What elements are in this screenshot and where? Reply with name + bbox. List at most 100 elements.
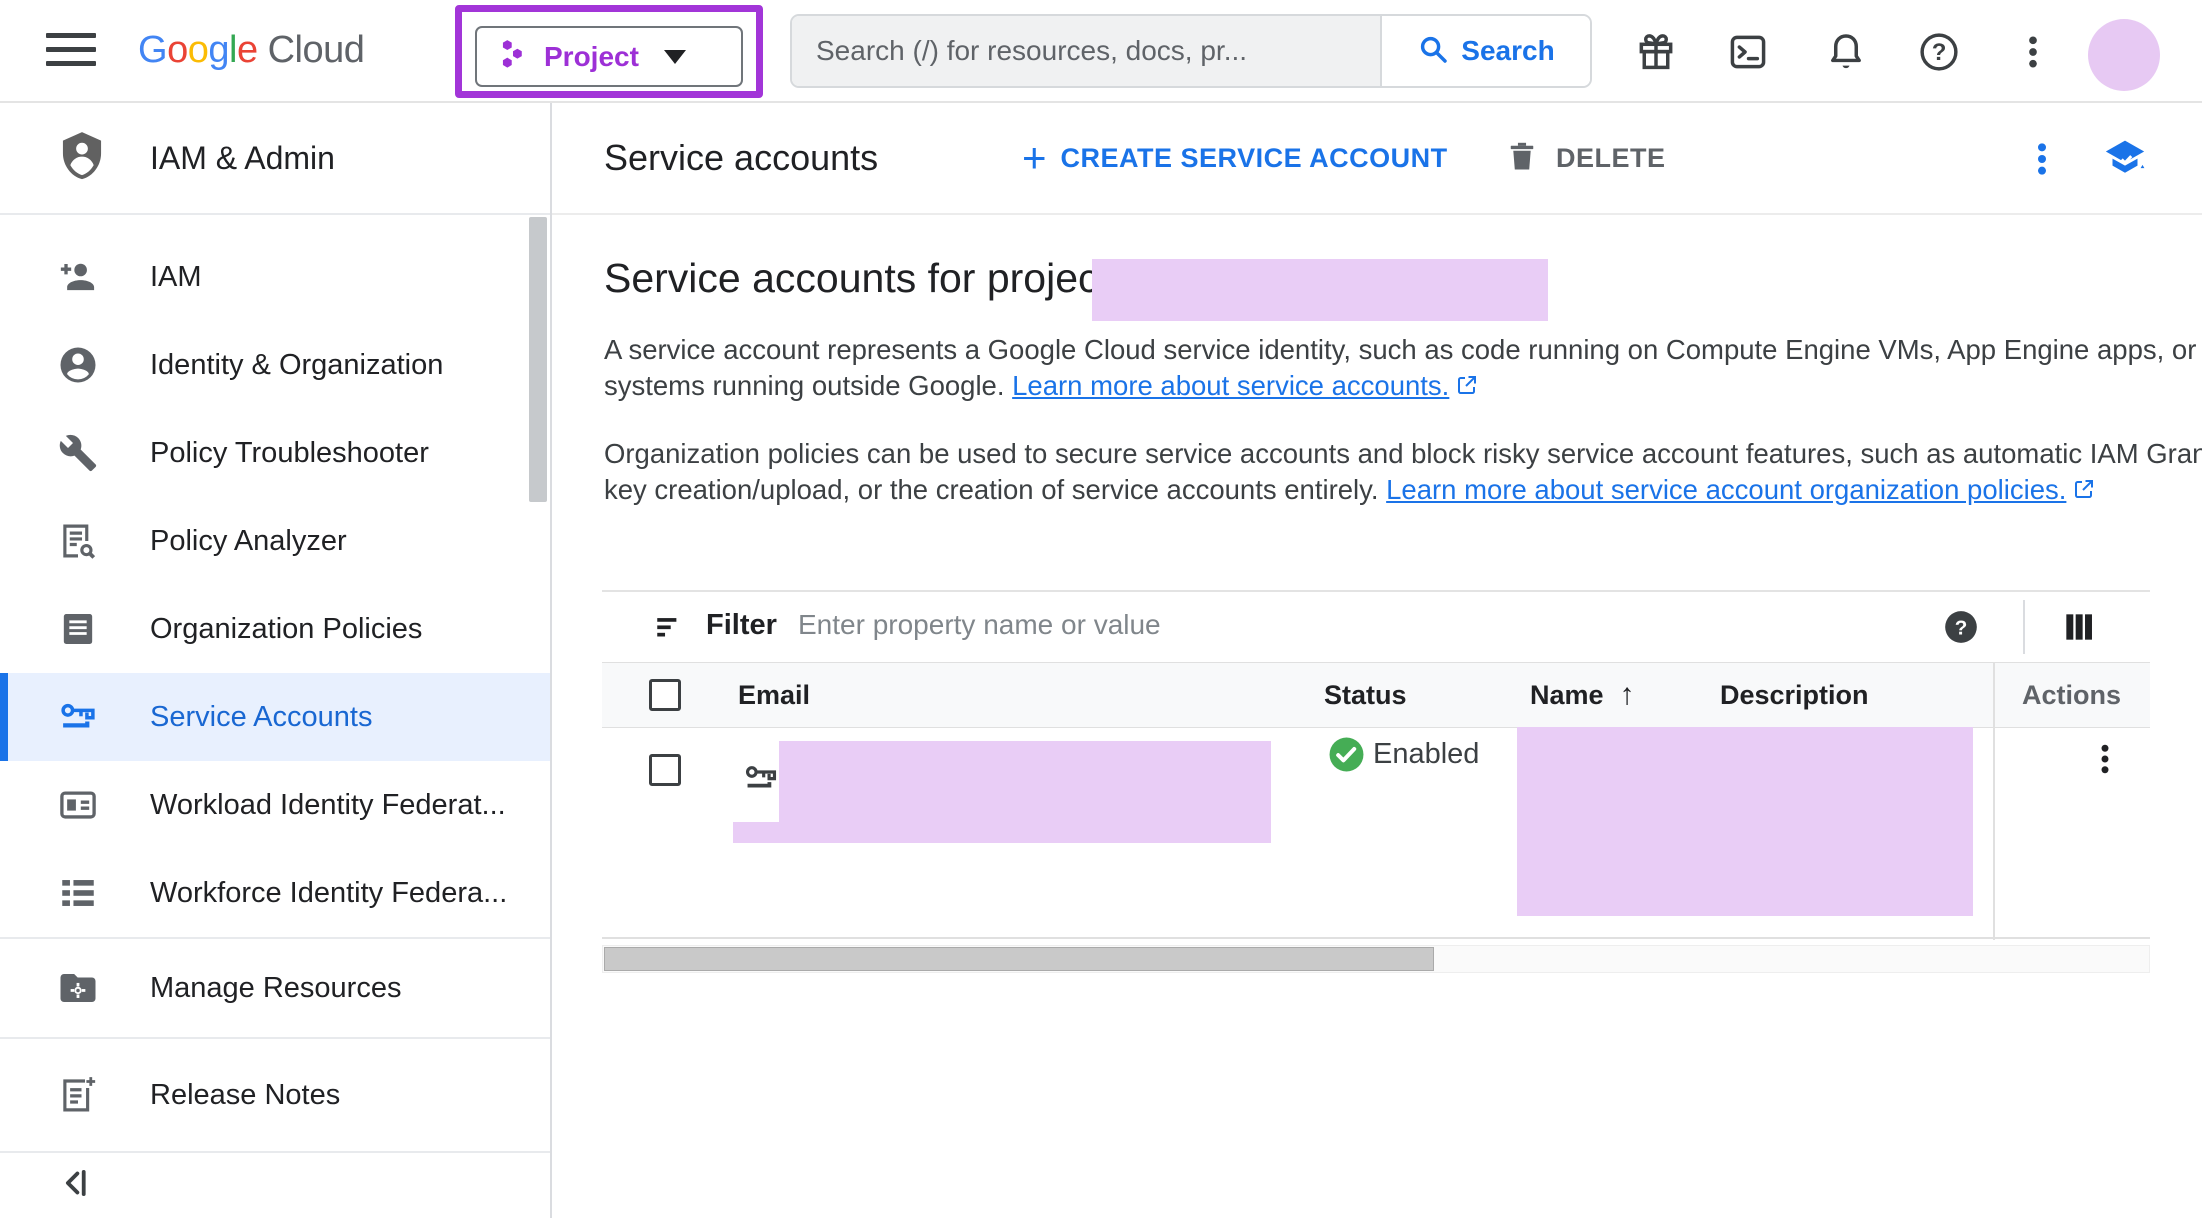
column-selector-icon[interactable] [2060,608,2098,646]
sidebar-item-label: Workforce Identity Federa... [150,877,507,910]
service-account-key-icon [56,695,100,739]
sidebar-items: IAM Identity & Organization Policy Troub… [0,215,550,1218]
policy-analyzer-icon [56,519,100,563]
name-description-redaction [1517,727,1973,916]
sidebar-item-label: Workload Identity Federat... [150,789,506,822]
hamburger-menu-icon[interactable] [46,33,96,71]
release-notes-icon [56,1073,100,1117]
organization-policies-description: Organization policies can be used to sec… [604,436,2174,508]
project-selector-highlight: Project [455,5,763,98]
search-input[interactable]: Search (/) for resources, docs, pr... [792,16,1382,86]
paragraph-line: Organization policies can be used to sec… [604,436,2174,472]
project-name-redaction [1092,259,1548,321]
folder-gear-icon [56,966,100,1010]
person-add-icon [56,255,100,299]
sidebar-item-label: IAM [150,261,202,294]
content-heading: Service accounts for project [604,255,1110,302]
chevron-down-icon [664,50,686,64]
help-filled-icon[interactable]: ? [1942,608,1980,646]
email-redaction [779,741,1271,822]
learn-more-org-policies-link[interactable]: Learn more about service account organiz… [1386,474,2066,505]
shield-person-icon [56,128,108,189]
horizontal-scrollbar-track[interactable] [602,945,2150,973]
sidebar-item-manage-resources[interactable]: Manage Resources [0,937,550,1037]
column-header-status[interactable]: Status [1324,663,1407,727]
horizontal-scrollbar-thumb[interactable] [604,947,1434,971]
sidebar-item-policy-troubleshooter[interactable]: Policy Troubleshooter [0,409,550,497]
column-header-name[interactable]: Name ↑ [1530,663,1635,727]
row-actions-more-vert-icon[interactable] [2084,736,2126,782]
sidebar-item-iam[interactable]: IAM [0,233,550,321]
cloud-logo-word: Cloud [268,29,365,72]
toolbar-divider [2023,600,2025,654]
sidebar-item-label: Identity & Organization [150,349,443,382]
sidebar-item-organization-policies[interactable]: Organization Policies [0,585,550,673]
learn-more-service-accounts-link[interactable]: Learn more about service accounts. [1012,370,1449,401]
sidebar-item-label: Policy Troubleshooter [150,437,429,470]
help-icon[interactable]: ? [1916,29,1962,75]
sidebar-item-release-notes[interactable]: Release Notes [0,1037,550,1151]
status-enabled-check-icon [1328,736,1365,773]
column-header-actions: Actions [2022,663,2121,727]
page-header: Service accounts + CREATE SERVICE ACCOUN… [552,103,2202,215]
filter-label: Filter [706,609,777,642]
cloud-shell-icon[interactable] [1725,29,1771,75]
row-checkbox[interactable] [649,754,681,786]
project-selector-button[interactable]: Project [475,26,743,87]
sidebar-item-service-accounts[interactable]: Service Accounts [0,673,550,761]
sidebar-item-label: Service Accounts [150,701,372,734]
sidebar-item-workload-identity-federation[interactable]: Workload Identity Federat... [0,761,550,849]
notifications-bell-icon[interactable] [1823,29,1869,75]
google-logo-word: Google [138,29,258,72]
account-circle-icon [56,343,100,387]
status-badge: Enabled [1373,738,1479,771]
create-service-account-button[interactable]: + CREATE SERVICE ACCOUNT [1022,103,1448,213]
service-account-description: A service account represents a Google Cl… [604,332,2174,404]
service-accounts-table: Filter Enter property name or value ? Em… [602,590,2150,939]
page-title: Service accounts [604,103,878,213]
search-button-label: Search [1461,35,1554,67]
paragraph-line: key creation/upload, or the creation of … [604,472,2174,508]
collapse-sidebar-button[interactable] [0,1151,550,1218]
wrench-icon [56,431,100,475]
filter-toolbar: Filter Enter property name or value ? [602,592,2150,662]
main-content: Service accounts + CREATE SERVICE ACCOUN… [552,103,2202,1218]
page-more-vert-icon[interactable] [2020,136,2064,182]
external-link-icon [2072,474,2096,498]
external-link-icon [1455,370,1479,394]
sidebar-item-policy-analyzer[interactable]: Policy Analyzer [0,497,550,585]
select-all-checkbox[interactable] [649,679,681,711]
filter-icon [653,611,687,645]
more-vert-icon[interactable] [2010,29,2056,75]
plus-icon: + [1022,137,1047,179]
sidebar-item-label: Release Notes [150,1079,340,1112]
sidebar-title: IAM & Admin [150,140,335,177]
sidebar-item-label: Organization Policies [150,613,422,646]
delete-button[interactable]: DELETE [1504,103,1666,213]
sidebar-item-label: Policy Analyzer [150,525,347,558]
gift-icon[interactable] [1633,29,1679,75]
table-header-row: Email Status Name ↑ Description Actions [602,662,2150,728]
project-selector-label: Project [544,41,639,73]
top-bar: Google Cloud Project Search (/) for reso… [0,0,2202,103]
learning-icon[interactable] [2100,134,2150,184]
sort-ascending-icon[interactable]: ↑ [1620,678,1635,712]
sidebar-nav: IAM & Admin IAM Identity & Organization [0,103,552,1218]
column-header-description[interactable]: Description [1720,663,1869,727]
table-row: Enabled [602,728,2150,939]
sidebar-header: IAM & Admin [0,103,550,215]
google-cloud-logo: Google Cloud [138,0,364,101]
paragraph-line: A service account represents a Google Cl… [604,332,2174,368]
svg-text:?: ? [1955,617,1968,640]
account-avatar[interactable] [2088,19,2160,91]
sidebar-item-workforce-identity-federation[interactable]: Workforce Identity Federa... [0,849,550,937]
service-account-key-icon [742,759,780,797]
trash-icon [1504,138,1540,179]
column-header-email[interactable]: Email [738,663,810,727]
filter-input[interactable]: Enter property name or value [798,609,1898,641]
list-icon [56,871,100,915]
search-button[interactable]: Search [1382,16,1590,86]
paragraph-line: systems running outside Google. Learn mo… [604,368,2174,404]
sidebar-item-identity-organization[interactable]: Identity & Organization [0,321,550,409]
search-icon [1417,33,1449,70]
